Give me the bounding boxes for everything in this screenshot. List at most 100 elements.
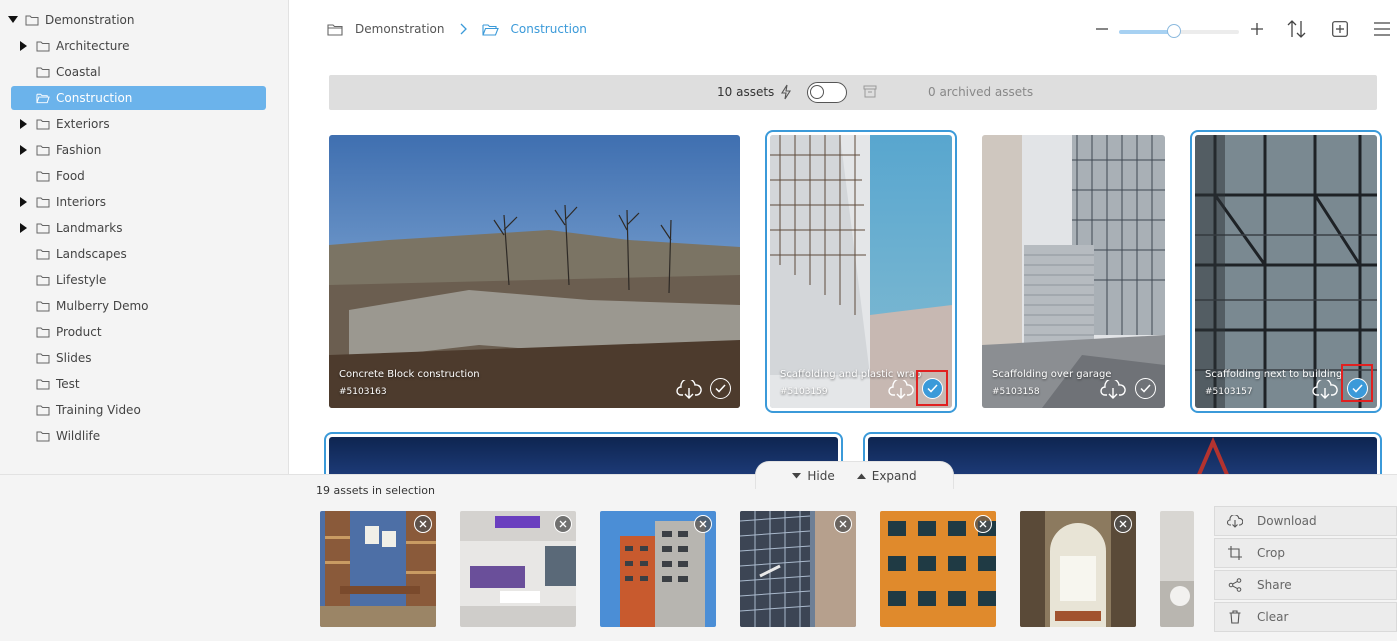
folder-icon [36, 430, 50, 442]
trash-icon [1227, 609, 1243, 625]
add-icon[interactable] [1328, 17, 1352, 41]
remove-icon[interactable] [974, 515, 992, 533]
tree-item-architecture[interactable]: Architecture [0, 34, 289, 58]
cloud-download-icon[interactable] [888, 378, 914, 400]
selection-count: 19 assets in selection [316, 484, 435, 497]
asset-id: #5103159 [780, 387, 828, 397]
asset-card[interactable]: Scaffolding over garage #5103158 [982, 135, 1165, 408]
share-icon [1227, 577, 1243, 593]
zoom-in-icon[interactable] [1245, 17, 1269, 41]
tree-item-fashion[interactable]: Fashion [0, 138, 289, 162]
remove-icon[interactable] [414, 515, 432, 533]
selection-thumbnail[interactable] [1160, 511, 1194, 627]
tree-item-label: Food [56, 169, 85, 183]
toggle-knob [810, 85, 824, 99]
tree-item-interiors[interactable]: Interiors [0, 190, 289, 214]
caret-right-icon[interactable] [18, 222, 30, 234]
folder-icon [36, 274, 50, 286]
remove-icon[interactable] [834, 515, 852, 533]
selection-thumbnail[interactable] [320, 511, 436, 627]
asset-card[interactable]: Scaffolding and plastic wrap #5103159 [765, 130, 957, 413]
tree-item-label: Test [56, 377, 80, 391]
tree-item-coastal[interactable]: Coastal [0, 60, 289, 84]
clear-button[interactable]: Clear [1214, 602, 1397, 632]
asset-image [982, 135, 1165, 408]
folder-icon [36, 170, 50, 182]
tree-item-landmarks[interactable]: Landmarks [0, 216, 289, 240]
tree-item-exteriors[interactable]: Exteriors [0, 112, 289, 136]
tree-item-slides[interactable]: Slides [0, 346, 289, 370]
caret-down-icon[interactable] [7, 14, 19, 26]
caret-right-icon[interactable] [18, 144, 30, 156]
selection-panel: 19 assets in selection Download Crop Sha… [0, 474, 1397, 641]
cloud-download-icon[interactable] [1100, 378, 1126, 400]
tree-item-label: Exteriors [56, 117, 110, 131]
expand-button[interactable]: Expand [856, 469, 917, 483]
folder-icon [36, 144, 50, 156]
hide-button[interactable]: Hide [792, 469, 835, 483]
breadcrumb-root[interactable]: Demonstration [327, 22, 445, 36]
open-folder-icon [36, 92, 50, 104]
tree-item-product[interactable]: Product [0, 320, 289, 344]
folder-icon [36, 326, 50, 338]
folder-icon [36, 378, 50, 390]
tree-item-demonstration[interactable]: Demonstration [0, 8, 289, 32]
remove-icon[interactable] [694, 515, 712, 533]
share-button[interactable]: Share [1214, 570, 1397, 600]
selection-thumbnail[interactable] [1020, 511, 1136, 627]
folder-icon [327, 23, 343, 36]
archived-toggle[interactable] [807, 82, 847, 103]
crop-icon [1227, 545, 1243, 561]
panel-toggle-tab: Hide Expand [755, 461, 954, 489]
crop-button[interactable]: Crop [1214, 538, 1397, 568]
breadcrumb-current[interactable]: Construction [481, 22, 587, 36]
tree-item-label: Lifestyle [56, 273, 107, 287]
menu-icon[interactable] [1370, 17, 1394, 41]
caret-right-icon[interactable] [18, 40, 30, 52]
tree-item-wildlife[interactable]: Wildlife [0, 424, 289, 448]
asset-title: Scaffolding and plastic wrap [780, 369, 922, 380]
zoom-slider-thumb[interactable] [1167, 24, 1181, 38]
select-checkbox[interactable] [710, 378, 731, 399]
selection-thumbnail[interactable] [460, 511, 576, 627]
tree-item-training-video[interactable]: Training Video [0, 398, 289, 422]
tree-item-food[interactable]: Food [0, 164, 289, 188]
caret-right-icon[interactable] [18, 118, 30, 130]
open-folder-icon [481, 23, 499, 36]
tree-item-landscapes[interactable]: Landscapes [0, 242, 289, 266]
tree-item-label: Wildlife [56, 429, 101, 443]
selection-thumbnail[interactable] [880, 511, 996, 627]
asset-title: Scaffolding over garage [992, 369, 1112, 380]
tree-item-construction[interactable]: Construction [11, 86, 266, 110]
remove-icon[interactable] [554, 515, 572, 533]
remove-icon[interactable] [1114, 515, 1132, 533]
select-checkbox[interactable] [1135, 378, 1156, 399]
folder-icon [36, 352, 50, 364]
assets-status-bar: 10 assets 0 archived assets [329, 75, 1377, 110]
tree-item-mulberry-demo[interactable]: Mulberry Demo [0, 294, 289, 318]
archive-icon [863, 85, 877, 101]
download-button[interactable]: Download [1214, 506, 1397, 536]
highlight-box [1341, 364, 1373, 402]
caret-down-icon [792, 472, 802, 478]
tree-item-test[interactable]: Test [0, 372, 289, 396]
tree-item-label: Interiors [56, 195, 107, 209]
sort-icon[interactable] [1285, 17, 1309, 41]
folder-icon [36, 66, 50, 78]
check-icon [715, 384, 726, 393]
selection-thumbnail[interactable] [740, 511, 856, 627]
folder-icon [36, 248, 50, 260]
selection-thumbnail[interactable] [600, 511, 716, 627]
caret-up-icon [856, 473, 866, 479]
zoom-out-icon[interactable] [1090, 17, 1114, 41]
cloud-download-icon[interactable] [676, 378, 702, 400]
asset-id: #5103158 [992, 387, 1040, 397]
cloud-download-icon[interactable] [1312, 378, 1338, 400]
caret-right-icon[interactable] [18, 196, 30, 208]
tree-item-lifestyle[interactable]: Lifestyle [0, 268, 289, 292]
asset-image [770, 135, 952, 408]
folder-icon [36, 40, 50, 52]
tree-item-label: Demonstration [45, 13, 135, 27]
asset-card[interactable]: Concrete Block construction #5103163 [329, 135, 740, 408]
asset-title: Concrete Block construction [339, 369, 480, 380]
